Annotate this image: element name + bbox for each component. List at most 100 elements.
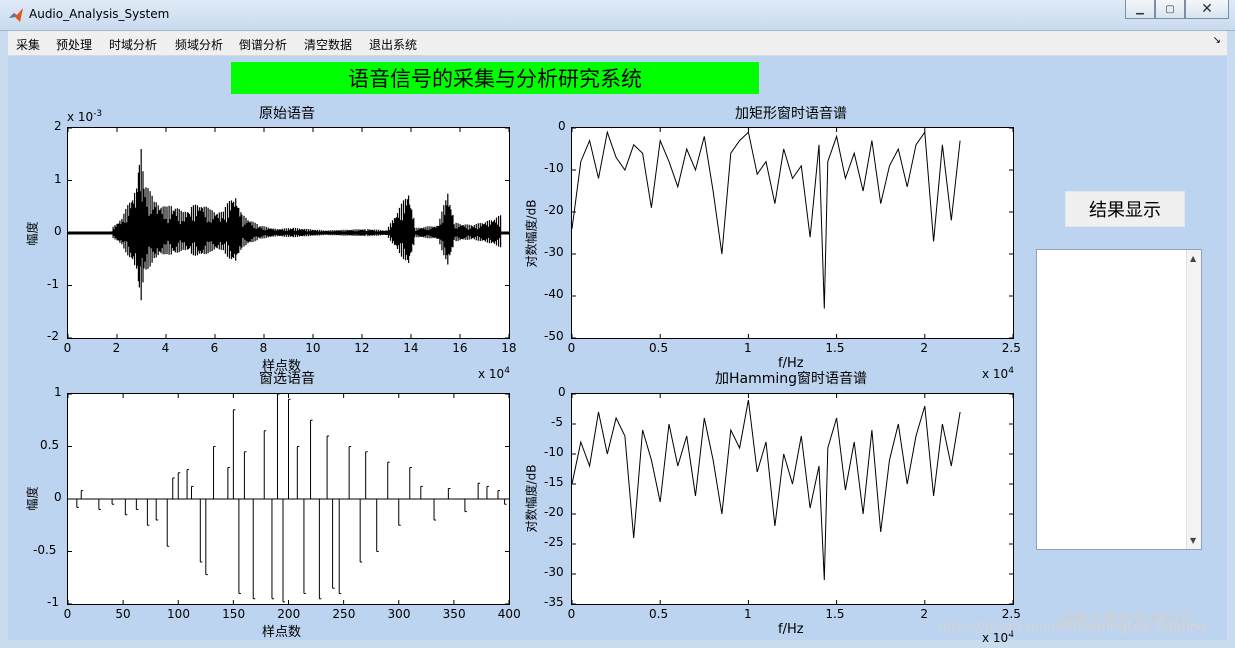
plot3-xtick-label: 200	[277, 607, 301, 621]
plot2-xtick-label: 1	[744, 341, 752, 355]
plot1-ytick-label: 1	[54, 171, 62, 186]
plot1-xtick-label: 0	[63, 341, 72, 355]
plot4-ytick-label: -5	[551, 415, 563, 429]
maximize-icon[interactable]: ▢	[1155, 0, 1185, 19]
plot2-spectrum-line	[572, 130, 961, 309]
menu-item-exit[interactable]: 退出系统	[369, 36, 417, 53]
plot1-xtick-label: 18	[501, 341, 517, 355]
plot3-svg	[68, 394, 509, 604]
plot4-xtick-label: 1.5	[825, 607, 845, 621]
plot1-ytick-label: 0	[54, 224, 62, 238]
menu-bar: 采集 预处理 时域分析 频域分析 倒谱分析 清空数据 退出系统 ↘	[8, 31, 1227, 56]
plot2-xtick-label: 0.5	[649, 341, 669, 355]
plot4-spectrum-line	[572, 399, 961, 581]
plot2-xtick-label: 0	[567, 341, 576, 355]
plot4-axes	[571, 393, 1014, 605]
plot4-ytick-label: 0	[558, 385, 566, 399]
plot3-xtick-label: 150	[222, 607, 246, 621]
menu-item-time-domain[interactable]: 时域分析	[109, 36, 157, 53]
plot1-xtick-label: 10	[305, 341, 321, 355]
matlab-figure-window: Audio_Analysis_System ▁ ▢ ✕ 采集 预处理 时域分析 …	[0, 0, 1235, 648]
dock-arrow-icon[interactable]: ↘	[1213, 35, 1221, 46]
plot2-svg	[572, 128, 1013, 338]
plot4-xtick-label: 2	[920, 607, 929, 621]
plot2-x-exponent: x 104	[982, 366, 1014, 381]
plot3-xtick-label: 350	[442, 607, 466, 621]
plot1-xtick-label: 4	[161, 341, 170, 355]
plot1-ytick-label: 2	[54, 119, 62, 133]
plot4-xtick-label: 0	[567, 607, 576, 621]
plot1-y-exponent: x 10-3	[67, 109, 103, 124]
plot3-ylabel: 幅度	[25, 486, 40, 511]
plot3-ytick-label: 1	[54, 385, 62, 399]
plot1-svg	[68, 128, 509, 338]
plot1-x-exponent: x 104	[478, 366, 510, 381]
plot2-ylabel: 对数幅度/dB	[524, 199, 539, 268]
plot4-xlabel: f/Hz	[778, 622, 804, 637]
close-icon[interactable]: ✕	[1185, 0, 1229, 19]
system-title-banner: 语音信号的采集与分析研究系统	[231, 62, 759, 94]
plot1-ytick-label: -1	[47, 276, 59, 291]
scroll-down-icon[interactable]: ▼	[1190, 536, 1196, 545]
plot4-ylabel: 对数幅度/dB	[524, 464, 539, 533]
plot4-xtick-label: 1	[744, 607, 752, 621]
plot1-waveform	[111, 149, 502, 301]
plot4-xtick-label: 0.5	[649, 607, 669, 621]
result-listbox[interactable]: ▲ ▼	[1036, 249, 1202, 550]
plot3-xtick-label: 250	[332, 607, 356, 621]
plot4-ytick-label: -25	[544, 535, 564, 549]
plot3-xlabel: 样点数	[262, 625, 302, 640]
plot3-ytick-label: -1	[47, 595, 59, 609]
plot2-xtick-label: 2.5	[1001, 341, 1021, 355]
plot2-xtick-label: 1.5	[825, 341, 845, 355]
scroll-up-icon[interactable]: ▲	[1190, 254, 1196, 263]
menu-item-clear-data[interactable]: 清空数据	[304, 36, 352, 53]
window-title: Audio_Analysis_System	[29, 7, 170, 21]
plot1-axes	[67, 127, 510, 339]
plot3-ytick-label: -0.5	[33, 542, 57, 557]
plot1-ytick-label: -2	[47, 329, 59, 343]
plot2-ytick-label: -20	[544, 203, 564, 217]
plot2-ytick-label: -30	[544, 245, 564, 259]
plot4-ytick-label: -20	[544, 505, 564, 519]
plot3-xtick-label: 50	[115, 607, 131, 621]
show-result-button[interactable]: 结果显示	[1065, 191, 1185, 227]
plot3-ytick-label: 0.5	[40, 437, 60, 452]
plot1-title: 原始语音	[259, 106, 315, 122]
menu-item-preprocess[interactable]: 预处理	[56, 36, 92, 53]
plot3-xtick-label: 300	[387, 607, 411, 621]
plot2-title: 加矩形窗时语音谱	[735, 106, 847, 122]
plot1-xtick-label: 8	[259, 341, 268, 355]
plot3-ytick-label: 0	[54, 490, 62, 504]
plot1-xtick-label: 2	[112, 341, 121, 355]
plot1-ylabel: 幅度	[25, 221, 40, 246]
listbox-scrollbar[interactable]: ▲ ▼	[1186, 250, 1201, 549]
plot4-title: 加Hamming窗时语音谱	[714, 371, 868, 387]
plot1-xtick-label: 16	[452, 341, 468, 355]
plot2-ytick-label: -40	[544, 287, 564, 301]
plot4-svg	[572, 394, 1013, 604]
menu-item-freq-domain[interactable]: 频域分析	[175, 36, 223, 53]
plot4-ytick-label: -30	[544, 565, 564, 579]
plot1-xtick-label: 14	[403, 341, 419, 355]
menu-item-capture[interactable]: 采集	[16, 36, 40, 53]
plot4-ytick-label: -15	[544, 475, 564, 489]
plot4-ytick-label: -35	[544, 595, 564, 609]
plot1-xtick-label: 12	[354, 341, 370, 355]
plot4-xtick-label: 2.5	[1001, 607, 1021, 621]
minimize-icon[interactable]: ▁	[1125, 0, 1155, 19]
plot3-xtick-label: 100	[167, 607, 190, 621]
plot2-ytick-label: 0	[558, 119, 566, 133]
plot2-xtick-label: 2	[920, 341, 929, 355]
plot2-ytick-label: -50	[544, 329, 564, 343]
plot1-xtick-label: 6	[210, 341, 219, 355]
window-controls: ▁ ▢ ✕	[1125, 0, 1229, 19]
plot3-xtick-label: 0	[63, 607, 72, 621]
plot4-ytick-label: -10	[544, 445, 564, 459]
matlab-icon	[8, 7, 24, 23]
plot2-ytick-label: -10	[544, 161, 564, 175]
watermark-csdn: https://blog.csdn.net/SoaringLee_fightin…	[938, 620, 1207, 635]
plot3-xtick-label: 400	[497, 607, 521, 621]
menu-item-cepstrum[interactable]: 倒谱分析	[239, 36, 287, 53]
plot2-axes	[571, 127, 1014, 339]
